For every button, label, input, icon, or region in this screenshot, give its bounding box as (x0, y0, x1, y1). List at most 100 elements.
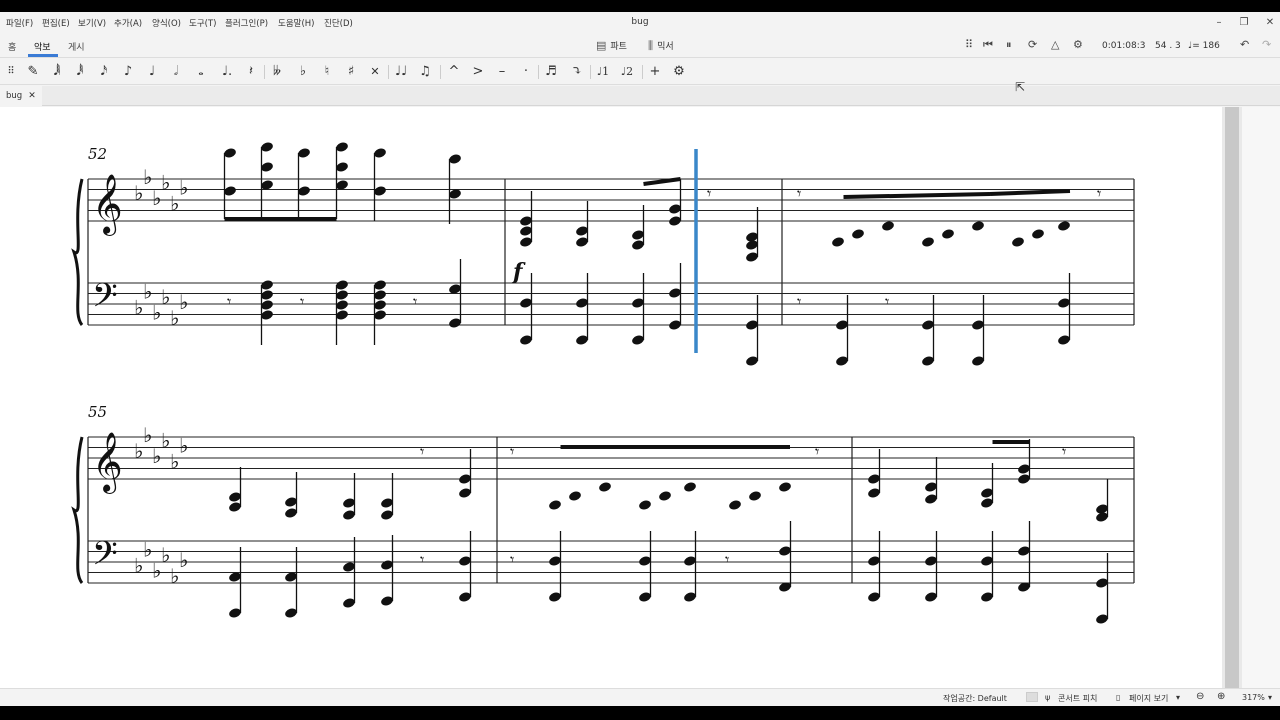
note-32nd-icon[interactable]: 𝅘𝅥𝅱 (73, 63, 87, 81)
accent-icon[interactable]: > (471, 63, 485, 81)
flip-direction-icon[interactable]: ⤵ (570, 63, 584, 81)
note-eighth-icon[interactable]: ♪ (121, 63, 135, 81)
brace (71, 436, 84, 584)
marcato-icon[interactable]: ^ (447, 63, 461, 81)
rest-icon[interactable]: 𝄽 (244, 63, 258, 81)
loop-icon[interactable]: ⟳ (1028, 38, 1037, 51)
tab-publish[interactable]: 게시 (68, 40, 85, 53)
double-sharp-icon[interactable]: ✕ (368, 63, 382, 81)
menu-help[interactable]: 도움말(H) (278, 17, 314, 29)
tenuto-icon[interactable]: – (495, 63, 509, 81)
key-flat: ♭ (179, 434, 188, 458)
tab-home[interactable]: 홈 (8, 40, 16, 53)
notehead (779, 482, 791, 492)
musescore-window: 파일(F) 편집(E) 보기(V) 추가(A) 양식(O) 도구(T) 플러그인… (0, 12, 1280, 706)
double-flat-icon[interactable]: 𝄫 (270, 63, 284, 81)
notehead (852, 229, 864, 239)
measure-number: 52 (88, 145, 107, 163)
staccato-icon[interactable]: · (519, 63, 533, 81)
add-icon[interactable]: + (648, 63, 662, 81)
playback-time: 0:01:08:3 (1102, 41, 1146, 51)
undo-icon[interactable]: ↶ (1240, 38, 1249, 51)
notehead (882, 221, 894, 231)
parts-button[interactable]: ▤ 파트 (596, 39, 627, 52)
score-page[interactable]: 𝄞𝄢♭♭♭♭♭♭♭♭♭♭♭♭52𝄞𝄢♭♭♭♭♭♭♭♭♭♭♭♭55f𝄾 𝄾 𝄾𝄾 𝄾 𝄾 𝄾… (0, 107, 1222, 688)
chevron-down-icon[interactable]: ▾ (1176, 693, 1180, 702)
menu-bar: 파일(F) 편집(E) 보기(V) 추가(A) 양식(O) 도구(T) 플러그인… (0, 12, 1280, 34)
tab-score[interactable]: 악보 (34, 40, 51, 53)
voice-1-icon[interactable]: ♩1 (596, 63, 610, 81)
mouse-cursor-icon: ⇱ (1015, 80, 1026, 94)
beam (989, 189, 1071, 196)
workspace-label[interactable]: 작업공간: Default (943, 693, 1007, 704)
restore-button[interactable]: ❐ (1236, 15, 1252, 31)
treble-clef: 𝄞 (92, 432, 123, 494)
flat-icon[interactable]: ♭ (296, 63, 310, 81)
concert-pitch-toggle[interactable] (1026, 692, 1038, 702)
menu-format[interactable]: 양식(O) (152, 17, 181, 29)
playback-settings-icon[interactable]: ⚙ (1073, 38, 1083, 51)
brace (71, 178, 84, 326)
note-half-icon[interactable]: 𝅗𝅥 (169, 63, 183, 81)
note-input-pen-icon[interactable]: ✎ (26, 63, 40, 81)
right-panel-strip (1242, 107, 1280, 688)
separator (264, 65, 265, 79)
zoom-chevron-icon[interactable]: ▾ (1268, 693, 1272, 702)
beam (843, 192, 991, 199)
note-whole-icon[interactable]: 𝅝 (194, 63, 208, 81)
zoom-in-icon[interactable]: ⊕ (1217, 691, 1225, 702)
eighth-rest: 𝄾 (797, 292, 801, 311)
natural-icon[interactable]: ♮ (320, 63, 334, 81)
toolbar-settings-icon[interactable]: ⚙ (672, 63, 686, 81)
mixer-button[interactable]: ⫼ 믹서 (648, 39, 674, 53)
zoom-level[interactable]: 317% (1242, 693, 1265, 702)
notehead (1032, 229, 1044, 239)
scrollbar-thumb[interactable] (1225, 107, 1239, 688)
menu-tools[interactable]: 도구(T) (189, 17, 216, 29)
status-bar: 작업공간: Default ψ 콘서트 피치 ▯ 페이지 보기 ▾ ⊖ ⊕ 31… (0, 688, 1280, 706)
eighth-rest: 𝄾 (510, 550, 514, 569)
metronome-icon[interactable]: △ (1051, 38, 1059, 51)
drag-handle-icon[interactable]: ⠿ (965, 38, 973, 51)
mixer-icon: ⫼ (648, 39, 654, 52)
menu-edit[interactable]: 편집(E) (42, 17, 70, 29)
sharp-icon[interactable]: ♯ (344, 63, 358, 81)
top-toolbar: 홈 악보 게시 ▤ 파트 ⫼ 믹서 ⠿ ⏮ ⏸ ⟳ △ ⚙ 0:01:08:3 54… (0, 34, 1280, 58)
score-canvas[interactable]: 𝄞 𝄢 ♭ ♭ ♭ ♭ ♭ ♭ ♭ ♭ ♭ ♭ ♭ ♭ 52 𝄞 𝄢 ♭ ♭ ♭ ♭ ♭ ♭ ♭ ♭ ♭ ♭ ♭ ♭ 55 f 𝄾 𝄾 𝄾 𝄾 𝄾 𝄾 𝄾… (0, 107, 1222, 688)
notehead (832, 237, 844, 247)
measure-number: 55 (88, 403, 107, 421)
note-16th-icon[interactable]: 𝅘𝅥𝅯 (97, 63, 111, 81)
separator (538, 65, 539, 79)
document-tab[interactable]: bug ✕ (0, 86, 42, 106)
treble-clef: 𝄞 (92, 174, 123, 236)
menu-diagnostic[interactable]: 진단(D) (324, 17, 353, 29)
redo-icon[interactable]: ↷ (1262, 38, 1271, 51)
slur-icon[interactable]: ♫ (418, 63, 432, 81)
close-window-button[interactable]: ✕ (1262, 15, 1278, 31)
close-tab-icon[interactable]: ✕ (28, 91, 36, 101)
toolbar-handle-icon[interactable]: ⠿ (4, 63, 18, 81)
eighth-rest: 𝄾 (885, 292, 889, 311)
menu-add[interactable]: 추가(A) (114, 17, 142, 29)
voice-2-icon[interactable]: ♩2 (620, 63, 634, 81)
parts-icon: ▤ (596, 39, 607, 52)
eighth-rest: 𝄾 (420, 550, 424, 569)
note-input-toolbar: ⠿ ✎ 𝅘𝅥𝅲 𝅘𝅥𝅱 𝅘𝅥𝅯 ♪ ♩ 𝅗𝅥 𝅝 ♩. 𝄽 𝄫 ♭ ♮ ♯ ✕ … (0, 59, 1280, 85)
menu-file[interactable]: 파일(F) (6, 17, 33, 29)
menu-view[interactable]: 보기(V) (78, 17, 106, 29)
tie-icon[interactable]: ♩♩ (394, 63, 408, 81)
minimize-button[interactable]: – (1211, 15, 1227, 31)
zoom-out-icon[interactable]: ⊖ (1196, 691, 1204, 702)
concert-pitch-label[interactable]: 콘서트 피치 (1058, 693, 1097, 704)
play-pause-icon[interactable]: ⏸ (1006, 38, 1012, 52)
rewind-icon[interactable]: ⏮ (983, 38, 993, 52)
page-view-select[interactable]: 페이지 보기 (1129, 693, 1168, 704)
tuplet-icon[interactable]: ♬ (544, 63, 558, 81)
bass-clef: 𝄢 (92, 277, 118, 323)
vertical-scrollbar[interactable] (1222, 107, 1242, 688)
note-64th-icon[interactable]: 𝅘𝅥𝅲 (50, 63, 64, 81)
augmentation-dot-icon[interactable]: ♩. (220, 63, 234, 81)
note-quarter-icon[interactable]: ♩ (145, 63, 159, 81)
menu-plugins[interactable]: 플러그인(P) (225, 17, 268, 29)
notehead (659, 491, 671, 501)
